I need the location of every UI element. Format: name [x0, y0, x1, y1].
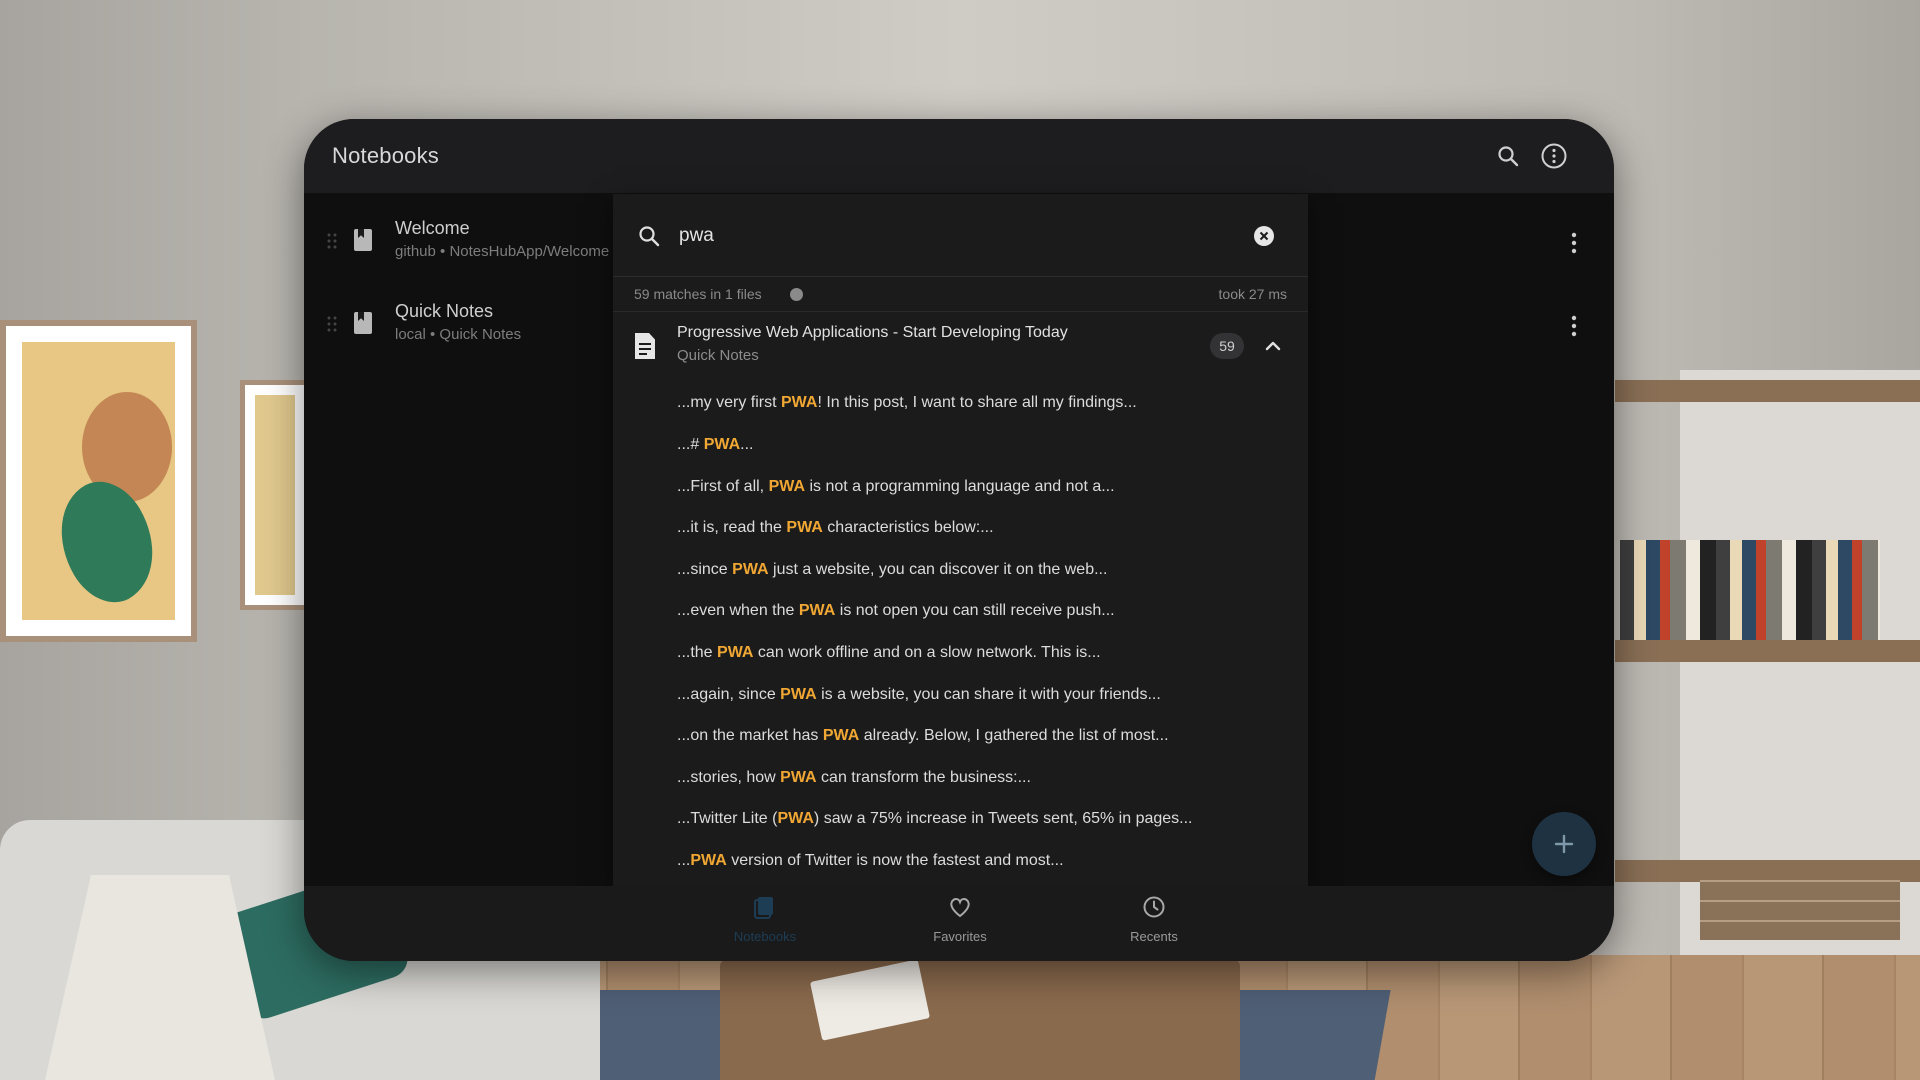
- document-icon: [635, 333, 655, 359]
- notebook-subtitle: local • Quick Notes: [395, 326, 522, 343]
- wall-painting-small: [240, 380, 310, 610]
- notebook-item-welcome[interactable]: Welcome github • NotesHubApp/Welcome: [304, 208, 624, 278]
- top-bar: Notebooks: [304, 119, 1614, 193]
- match-item[interactable]: ...# PWA...: [677, 436, 1297, 470]
- match-item[interactable]: ...since PWA just a website, you can dis…: [677, 561, 1297, 595]
- search-icon: [1498, 146, 1519, 167]
- bottom-navigation: Notebooks Favorites Recents: [304, 886, 1614, 961]
- match-item[interactable]: ...Twitter Lite (PWA) saw a 75% increase…: [677, 810, 1297, 844]
- match-summary: 59 matches in 1 files: [634, 286, 762, 302]
- more-vert-circle-icon: [1541, 143, 1567, 169]
- more-options-button[interactable]: [1537, 139, 1571, 173]
- shelf-board: [1615, 640, 1920, 662]
- match-item[interactable]: ...again, since PWA is a website, you ca…: [677, 686, 1297, 720]
- search-panel: 59 matches in 1 files took 27 ms Progres…: [613, 194, 1308, 886]
- drag-handle-icon[interactable]: [326, 232, 338, 250]
- stacked-books: [1700, 880, 1900, 940]
- drag-handle-icon[interactable]: [326, 315, 338, 333]
- search-timing: took 27 ms: [1218, 286, 1287, 302]
- notebook-subtitle: github • NotesHubApp/Welcome: [395, 243, 610, 260]
- match-item[interactable]: ...the PWA can work offline and on a slo…: [677, 644, 1297, 678]
- shelf-board: [1615, 380, 1920, 402]
- notebook-welcome-more-button[interactable]: [1559, 223, 1589, 263]
- match-item[interactable]: ...stories, how PWA can transform the bu…: [677, 769, 1297, 803]
- info-icon[interactable]: [790, 288, 803, 301]
- notebook-item-quick-notes[interactable]: Quick Notes local • Quick Notes: [304, 291, 624, 361]
- notebook-title: Quick Notes: [395, 301, 494, 321]
- search-result-file[interactable]: Progressive Web Applications - Start Dev…: [613, 312, 1308, 378]
- search-button[interactable]: [1491, 139, 1525, 173]
- match-count-badge: 59: [1210, 333, 1244, 359]
- notebooks-icon: [754, 897, 773, 919]
- match-item[interactable]: ...my very first PWA! In this post, I wa…: [677, 394, 1297, 428]
- match-item[interactable]: ...even when the PWA is not open you can…: [677, 602, 1297, 636]
- nav-label: Recents: [1130, 929, 1178, 944]
- match-item[interactable]: ...it is, read the PWA characteristics b…: [677, 519, 1297, 553]
- collapse-button[interactable]: [1261, 334, 1285, 358]
- plus-icon: [1554, 834, 1574, 854]
- result-file-notebook: Quick Notes: [677, 347, 759, 364]
- nav-label: Notebooks: [733, 929, 797, 944]
- result-file-title: Progressive Web Applications - Start Dev…: [677, 324, 1068, 341]
- app-window: Notebooks Welcome github • NotesHubApp/W…: [304, 119, 1614, 961]
- add-note-button[interactable]: [1532, 812, 1596, 876]
- notebook-icon: [354, 229, 372, 251]
- notebook-icon: [354, 312, 372, 334]
- search-icon: [639, 226, 660, 247]
- match-item[interactable]: ...on the market has PWA already. Below,…: [677, 727, 1297, 761]
- notebook-quick-notes-more-button[interactable]: [1559, 306, 1589, 346]
- nav-label: Favorites: [933, 929, 987, 944]
- heart-icon: [950, 898, 970, 918]
- clock-icon: [1143, 896, 1165, 918]
- search-summary-row: 59 matches in 1 files took 27 ms: [613, 277, 1308, 312]
- search-bar: [613, 194, 1308, 277]
- search-input[interactable]: [677, 216, 1241, 256]
- nav-favorites[interactable]: Favorites: [900, 894, 1020, 954]
- notebook-title: Welcome: [395, 218, 470, 238]
- match-item[interactable]: ...First of all, PWA is not a programmin…: [677, 478, 1297, 512]
- coffee-table: [720, 960, 1240, 1080]
- wall-painting: [0, 320, 197, 642]
- page-title: Notebooks: [332, 143, 439, 168]
- books: [1620, 540, 1880, 640]
- shelf-board: [1615, 860, 1920, 882]
- more-vert-icon: [1571, 315, 1577, 337]
- chevron-up-icon: [1265, 341, 1281, 351]
- nav-recents[interactable]: Recents: [1094, 894, 1214, 954]
- nav-notebooks[interactable]: Notebooks: [705, 894, 825, 954]
- clear-search-button[interactable]: [1254, 226, 1274, 246]
- more-vert-icon: [1571, 232, 1577, 254]
- match-item[interactable]: ...PWA version of Twitter is now the fas…: [677, 852, 1297, 886]
- close-icon: [1259, 231, 1269, 241]
